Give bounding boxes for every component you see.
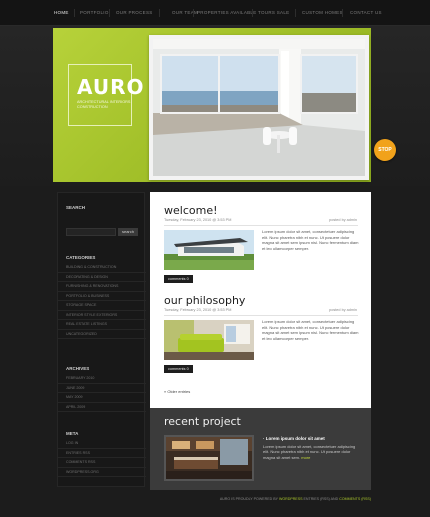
sidebar: Search search Categories Building & Cons… — [57, 192, 146, 487]
nav-separator — [74, 9, 75, 17]
meta-link[interactable]: Log in — [58, 439, 146, 449]
search-label: Search — [66, 205, 86, 210]
comments-button[interactable]: comments 0 — [164, 365, 193, 373]
search-button[interactable]: search — [118, 228, 138, 236]
logo-title: AURO — [77, 75, 145, 99]
more-link[interactable]: more — [301, 455, 310, 460]
slideshow-stop-button[interactable]: STOP — [374, 139, 396, 161]
nav-contact-us[interactable]: Contact us — [350, 10, 382, 15]
post-excerpt: Lorem ipsum dolor sit amet, consectetuer… — [262, 229, 359, 251]
nav-our-process[interactable]: Our process — [116, 10, 153, 15]
recent-project-image[interactable] — [164, 435, 254, 481]
category-link[interactable]: Uncategorized — [58, 330, 146, 339]
post-divider — [164, 225, 358, 226]
archive-link[interactable]: June 2009 — [58, 384, 146, 393]
blog-content: welcome! Tuesday, February 23, 2010 @ 3:… — [150, 192, 371, 408]
categories-label: Categories — [66, 255, 96, 260]
hero-banner: AURO Architectural Interiors Constructio… — [53, 28, 371, 182]
nav-home[interactable]: Home — [54, 10, 69, 15]
nav-separator — [252, 9, 253, 17]
meta-link[interactable]: Entries RSS — [58, 449, 146, 458]
post-date: Tuesday, February 23, 2010 @ 3:53 PM — [164, 308, 232, 312]
category-link[interactable]: Storage Space — [58, 301, 146, 311]
comments-button[interactable]: comments 0 — [164, 275, 193, 283]
post-title[interactable]: welcome! — [164, 204, 218, 217]
nav-custom-homes[interactable]: Custom homes — [302, 10, 343, 15]
nav-separator — [159, 9, 160, 17]
recent-project-heading: · Lorem ipsum dolor sit amet — [263, 436, 325, 441]
meta-list: Log in Entries RSS Comments RSS WordPres… — [58, 439, 146, 477]
hero-photo — [153, 39, 365, 176]
footer-text: Auro is proudly powered by — [219, 497, 278, 501]
nav-portfolio[interactable]: Portfolio — [80, 10, 109, 15]
meta-link[interactable]: WordPress.org — [58, 468, 146, 477]
archives-label: Archives — [66, 366, 90, 371]
category-link[interactable]: Building & Construction — [58, 263, 146, 273]
meta-link[interactable]: Comments RSS — [58, 458, 146, 468]
post-title[interactable]: our philosophy — [164, 294, 245, 307]
recent-project: recent project · Lorem ipsum dolor sit a… — [150, 408, 371, 490]
post-author[interactable]: posted by admin — [329, 308, 357, 312]
footer: Auro is proudly powered by WordPress Ent… — [150, 497, 371, 501]
post-divider — [164, 315, 358, 316]
older-entries-link[interactable]: « Older entries — [164, 389, 190, 394]
post-author[interactable]: posted by admin — [329, 218, 357, 222]
hero-photo-frame — [149, 35, 369, 180]
footer-wordpress-link[interactable]: WordPress — [279, 497, 303, 501]
recent-project-text: Lorem ipsum dolor sit amet, consectetuer… — [263, 444, 359, 460]
meta-label: Meta — [66, 431, 79, 436]
nav-separator — [193, 9, 194, 17]
footer-text: Entries (RSS) and — [303, 497, 339, 501]
post-thumbnail[interactable] — [164, 230, 254, 270]
logo-subtitle: Architectural Interiors Construction — [77, 100, 131, 109]
search-input[interactable] — [66, 228, 116, 236]
category-link[interactable]: Interior Style Exteriors — [58, 311, 146, 320]
footer-comments-rss-link[interactable]: Comments (RSS) — [339, 497, 371, 501]
category-link[interactable]: Real Estate Listings — [58, 320, 146, 330]
archive-link[interactable]: February 2010 — [58, 374, 146, 384]
nav-properties-available[interactable]: Properties available — [197, 10, 257, 15]
top-navigation: Home Portfolio Our process Our team Prop… — [0, 0, 430, 26]
category-link[interactable]: Portfolio & Business — [58, 292, 146, 301]
nav-separator — [342, 9, 343, 17]
category-link[interactable]: Furnishing & Renovations — [58, 282, 146, 292]
post-excerpt: Lorem ipsum dolor sit amet, consectetuer… — [262, 319, 359, 341]
archives-list: February 2010 June 2009 May 2009 April 2… — [58, 374, 146, 412]
nav-separator — [295, 9, 296, 17]
nav-our-team[interactable]: Our team — [172, 10, 198, 15]
nav-separator — [109, 9, 110, 17]
post-date: Tuesday, February 23, 2010 @ 3:53 PM — [164, 218, 232, 222]
recent-project-title: recent project — [164, 415, 241, 428]
category-link[interactable]: Decorating & Design — [58, 273, 146, 282]
logo[interactable]: AURO Architectural Interiors Constructio… — [68, 64, 144, 126]
archive-link[interactable]: April 2009 — [58, 403, 146, 412]
post-thumbnail[interactable] — [164, 320, 254, 360]
archive-link[interactable]: May 2009 — [58, 393, 146, 403]
categories-list: Building & Construction Decorating & Des… — [58, 263, 146, 339]
nav-tours-sale[interactable]: Tours sale — [258, 10, 289, 15]
